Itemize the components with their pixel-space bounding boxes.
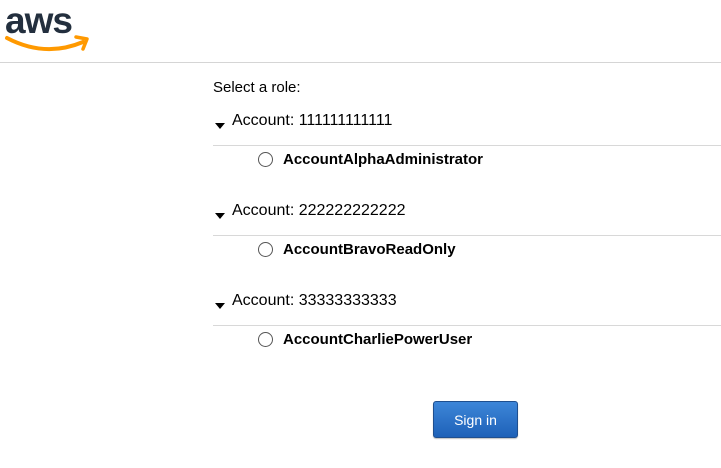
- account-header[interactable]: Account: 222222222222: [213, 202, 721, 236]
- role-name: AccountAlphaAdministrator: [283, 151, 484, 168]
- role-name: AccountBravoReadOnly: [283, 241, 456, 258]
- account-header[interactable]: Account: 33333333333: [213, 292, 721, 326]
- select-role-label: Select a role:: [213, 79, 301, 96]
- aws-logo-text: aws: [5, 0, 72, 41]
- account-title: Account: 222222222222: [232, 202, 406, 219]
- role-radio-button[interactable]: [258, 332, 273, 347]
- header-bar: aws: [0, 0, 721, 63]
- caret-down-icon: [215, 303, 225, 309]
- caret-down-icon: [215, 213, 225, 219]
- role-radio-button[interactable]: [258, 152, 273, 167]
- account-header[interactable]: Account: 111111111111: [213, 112, 721, 146]
- role-radio-button[interactable]: [258, 242, 273, 257]
- account-section: Account: 111111111111 AccountAlphaAdmini…: [213, 112, 721, 168]
- account-title: Account: 111111111111: [232, 112, 393, 129]
- account-section: Account: 33333333333 AccountCharliePower…: [213, 292, 721, 348]
- account-title: Account: 33333333333: [232, 292, 397, 309]
- caret-down-icon: [215, 123, 225, 129]
- sign-in-button[interactable]: Sign in: [433, 401, 518, 438]
- aws-logo: aws: [5, 0, 89, 52]
- role-name: AccountCharliePowerUser: [283, 331, 473, 348]
- account-section: Account: 222222222222 AccountBravoReadOn…: [213, 202, 721, 258]
